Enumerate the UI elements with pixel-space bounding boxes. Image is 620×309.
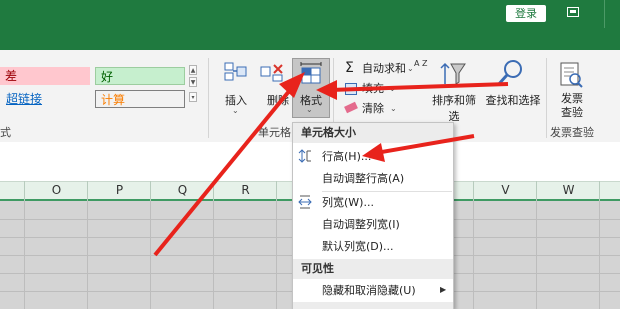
column-header-v[interactable]: V: [474, 183, 537, 197]
menu-section-cell-size: 单元格大小: [293, 123, 453, 143]
insert-cells-icon[interactable]: [224, 62, 248, 82]
sort-filter-button[interactable]: 排序和筛选: [427, 92, 481, 124]
menu-item-row-height[interactable]: 行高(H)...: [322, 148, 371, 166]
column-divider: [536, 181, 537, 201]
style-bad[interactable]: 差: [0, 67, 90, 85]
invoice-check-icon[interactable]: [559, 62, 583, 88]
menu-item-hide-unhide[interactable]: 隐藏和取消隐藏(U): [322, 282, 416, 300]
menu-item-autofit-column-width[interactable]: 自动调整列宽(I): [322, 216, 400, 234]
sigma-icon[interactable]: Σ: [345, 61, 354, 75]
sort-filter-icon[interactable]: [437, 60, 467, 88]
menu-divider: [322, 191, 452, 192]
sort-az-icon: A Z: [414, 59, 428, 68]
ribbon-separator: [546, 58, 547, 138]
menu-item-autofit-row-height[interactable]: 自动调整行高(A): [322, 170, 404, 188]
gallery-up-icon[interactable]: ▲: [189, 65, 197, 75]
titlebar-divider: [604, 0, 605, 28]
ribbon-separator: [208, 58, 209, 138]
autosum-button[interactable]: 自动求和: [362, 61, 406, 77]
menu-section-visibility: 可见性: [293, 259, 453, 279]
column-divider: [87, 181, 88, 201]
fill-down-icon[interactable]: [345, 83, 357, 95]
menu-section-next: [293, 302, 453, 309]
magnifier-icon[interactable]: [495, 58, 525, 88]
chevron-down-icon[interactable]: ⌄: [389, 81, 396, 97]
column-divider: [473, 181, 474, 201]
column-divider: [24, 181, 25, 201]
column-header-w[interactable]: W: [537, 183, 600, 197]
gallery-down-icon[interactable]: ▼: [189, 77, 197, 87]
invoice-check-button[interactable]: 发票查验: [558, 92, 586, 120]
style-calculation[interactable]: 计算: [95, 90, 185, 108]
fill-button[interactable]: 填充: [362, 81, 384, 97]
column-header-p[interactable]: P: [88, 183, 151, 197]
chevron-down-icon[interactable]: ⌄: [306, 105, 313, 114]
column-divider: [213, 181, 214, 201]
invoice-group-label: 发票查验: [550, 126, 594, 139]
column-header-o[interactable]: O: [25, 183, 88, 197]
chevron-down-icon[interactable]: ⌄: [232, 106, 239, 115]
cells-group-label: 单元格: [258, 126, 291, 139]
column-divider: [150, 181, 151, 201]
delete-button[interactable]: 删除: [262, 92, 294, 108]
row-height-icon: [298, 149, 311, 163]
clear-button[interactable]: 清除: [362, 101, 384, 117]
column-width-icon: [298, 195, 312, 209]
column-divider: [599, 181, 600, 201]
style-good[interactable]: 好: [95, 67, 185, 85]
menu-item-column-width[interactable]: 列宽(W)...: [322, 194, 374, 212]
column-header-q[interactable]: Q: [151, 183, 214, 197]
excel-window: 登录 差 好 超链接 计算 ▲ ▼ ▾ 式 插入 ⌄ 删除 格式 ⌄ 单元格 Σ…: [0, 0, 620, 309]
login-button[interactable]: 登录: [506, 5, 546, 22]
gallery-more-icon[interactable]: ▾: [189, 92, 197, 102]
window-mode-icon[interactable]: [567, 7, 579, 17]
chevron-down-icon[interactable]: ⌄: [390, 101, 397, 117]
menu-item-default-width[interactable]: 默认列宽(D)...: [322, 238, 394, 256]
submenu-arrow-icon: ▶: [440, 285, 447, 294]
styles-group-label: 式: [0, 126, 11, 139]
find-select-button[interactable]: 查找和选择: [484, 92, 542, 108]
format-cells-icon: [300, 62, 322, 84]
chevron-down-icon[interactable]: ⌄: [407, 61, 414, 77]
column-divider: [276, 181, 277, 201]
delete-cells-icon[interactable]: [260, 62, 284, 82]
column-header-r[interactable]: R: [214, 183, 277, 197]
style-hyperlink[interactable]: 超链接: [0, 90, 90, 108]
